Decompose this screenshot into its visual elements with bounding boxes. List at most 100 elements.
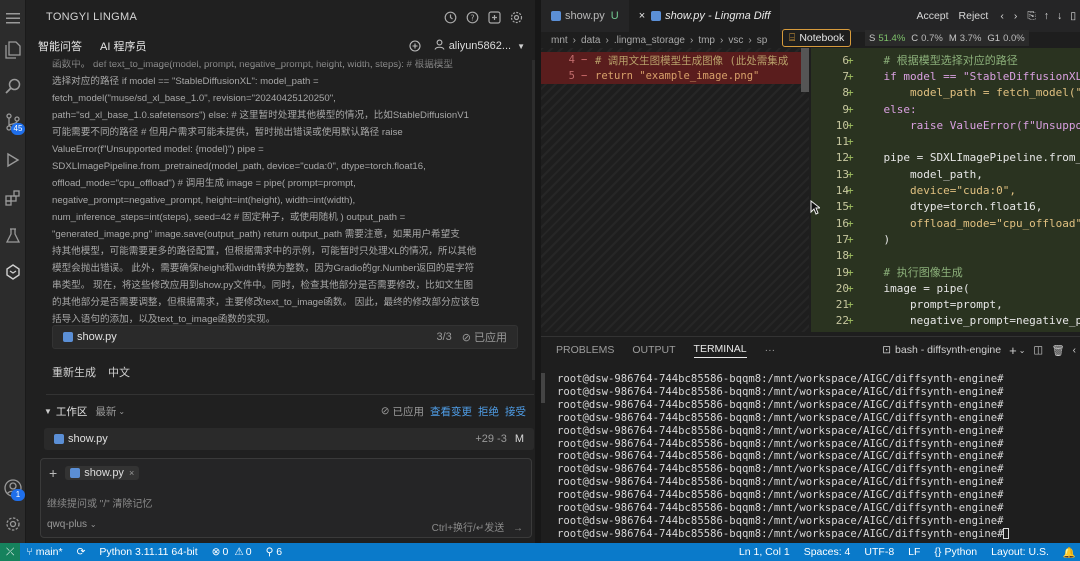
- send-icon[interactable]: →: [513, 523, 523, 534]
- extensions-icon[interactable]: [3, 188, 23, 208]
- attached-file-chip[interactable]: show.py ×: [65, 466, 140, 480]
- terminal-output[interactable]: root@dsw-986764-744bc85586-bqqm8:/mnt/wo…: [557, 373, 1077, 554]
- applied-file-card[interactable]: show.py 3/3 ⊘ 已应用: [52, 325, 518, 349]
- terminal-dropdown-icon[interactable]: ⌄: [1019, 346, 1026, 355]
- history-icon[interactable]: [441, 8, 459, 26]
- menu-icon[interactable]: [3, 8, 23, 28]
- added-marker: +: [847, 167, 854, 181]
- chat-input-box[interactable]: + show.py × 继续提问或 "/" 清除记忆 qwq-plus ⌄ Ct…: [40, 458, 532, 538]
- help-icon[interactable]: ?: [463, 8, 481, 26]
- breadcrumb-item[interactable]: sp: [757, 35, 768, 46]
- explorer-icon[interactable]: [3, 40, 23, 60]
- added-marker: +: [847, 102, 854, 116]
- breadcrumb-item[interactable]: .lingma_storage: [614, 35, 685, 46]
- chat-input-placeholder[interactable]: 继续提问或 "/" 清除记忆: [47, 495, 152, 510]
- new-terminal-icon[interactable]: +: [1009, 343, 1017, 358]
- encoding[interactable]: UTF-8: [864, 546, 894, 558]
- chat-message: 函数中。 def text_to_image(model, prompt, ne…: [52, 56, 534, 328]
- cursor-position[interactable]: Ln 1, Col 1: [739, 546, 790, 558]
- terminal-selector[interactable]: ⊡ bash - diffsynth-engine + ⌄ ◫ 🗑 ‹: [882, 343, 1080, 358]
- feature-icon[interactable]: [485, 8, 503, 26]
- close-icon[interactable]: ×: [639, 10, 645, 22]
- workspace-filter[interactable]: 最新: [95, 404, 116, 419]
- code-text: image = pipe(: [857, 281, 970, 295]
- deleted-line: 4 − # 调用文生图模型生成图像 (此处需集成: [541, 52, 809, 68]
- keyboard-layout[interactable]: Layout: U.S.: [991, 546, 1049, 558]
- reject-link[interactable]: 拒绝: [478, 404, 499, 419]
- tab-ai-programmer[interactable]: AI 程序员: [100, 38, 146, 54]
- remote-indicator[interactable]: ⤫: [0, 543, 21, 561]
- prev-change-icon[interactable]: ‹: [1000, 10, 1004, 22]
- account-icon[interactable]: 1: [3, 478, 25, 501]
- user-menu[interactable]: aliyun5862... ▼: [402, 37, 525, 55]
- lingma-panel: TONGYI LINGMA ? 智能问答 AI 程序员 aliyun5862..…: [26, 0, 536, 543]
- workspace-file-row[interactable]: show.py +29 -3 M: [44, 428, 534, 450]
- reject-button[interactable]: Reject: [959, 10, 989, 22]
- tab-show-py[interactable]: show.py U: [541, 0, 629, 32]
- line-ending[interactable]: LF: [908, 546, 920, 558]
- code-text: # 根据模型选择对应的路径: [857, 54, 1018, 68]
- python-interpreter[interactable]: Python 3.11.11 64-bit: [99, 546, 197, 558]
- diff-original-pane[interactable]: 4 − # 调用文生图模型生成图像 (此处需集成 5 − return "exa…: [541, 48, 809, 332]
- indentation[interactable]: Spaces: 4: [804, 546, 851, 558]
- testing-icon[interactable]: [3, 226, 23, 246]
- view-changes-link[interactable]: 查看变更: [430, 404, 472, 419]
- breadcrumb-item[interactable]: tmp: [698, 35, 715, 46]
- tab-problems[interactable]: PROBLEMS: [556, 344, 614, 356]
- next-change-icon[interactable]: ›: [1014, 10, 1018, 22]
- panel-more-icon[interactable]: ···: [765, 344, 776, 356]
- notifications-bell-icon[interactable]: 🔔: [1063, 546, 1076, 559]
- language-mode[interactable]: {} Python: [934, 546, 977, 558]
- tab-smart-qa[interactable]: 智能问答: [38, 38, 82, 54]
- language-button[interactable]: 中文: [108, 364, 130, 380]
- split-terminal-icon[interactable]: ◫: [1033, 344, 1043, 356]
- terminal-scroll-thumb[interactable]: [541, 373, 545, 403]
- svg-text:?: ?: [470, 13, 474, 22]
- run-debug-icon[interactable]: [3, 150, 23, 170]
- settings-gear-icon[interactable]: [3, 514, 23, 534]
- terminal-line: root@dsw-986764-744bc85586-bqqm8:/mnt/wo…: [557, 450, 1004, 463]
- add-chat-icon[interactable]: [406, 37, 424, 55]
- tab-lingma-diff[interactable]: × show.py - Lingma Diff: [628, 0, 781, 32]
- accept-link[interactable]: 接受: [505, 404, 526, 419]
- tab-output[interactable]: OUTPUT: [632, 344, 675, 356]
- diff-scrollbar[interactable]: [801, 48, 809, 92]
- language-name: Python: [944, 546, 978, 558]
- chat-fade: [46, 54, 536, 68]
- settings-icon[interactable]: [507, 8, 525, 26]
- arrow-down-icon[interactable]: ↓: [1057, 10, 1062, 22]
- breadcrumb-item[interactable]: mnt: [551, 35, 568, 46]
- breadcrumb-item[interactable]: data: [581, 35, 600, 46]
- activity-bar: 45 1: [0, 0, 26, 543]
- add-context-icon[interactable]: +: [49, 465, 57, 481]
- branch-icon: ⑂: [26, 546, 33, 558]
- collapse-chevron-icon[interactable]: ▼: [44, 407, 52, 416]
- search-icon[interactable]: [3, 76, 23, 96]
- split-editor-icon[interactable]: ▯: [1070, 10, 1076, 22]
- diff-modified-pane[interactable]: 6 + # 根据模型选择对应的路径 7 + if model == "StableDi…: [811, 48, 1080, 332]
- model-selector[interactable]: qwq-plus ⌄: [47, 519, 97, 530]
- lingma-icon[interactable]: [3, 262, 23, 282]
- code-text: pipe = SDXLImagePipeline.from_: [857, 151, 1080, 165]
- accept-button[interactable]: Accept: [916, 10, 948, 22]
- filter-chevron-icon[interactable]: ⌄: [118, 407, 125, 416]
- code-text: model_path,: [857, 167, 983, 181]
- breadcrumb-item[interactable]: vsc: [728, 35, 743, 46]
- model-chevron-icon: ⌄: [89, 520, 97, 529]
- remove-chip-icon[interactable]: ×: [129, 468, 134, 478]
- sync-icon[interactable]: ⟳: [77, 546, 86, 558]
- regenerate-button[interactable]: 重新生成: [52, 364, 96, 380]
- code-text: dtype=torch.float16,: [857, 200, 1043, 214]
- panel-chevron-icon[interactable]: ‹: [1073, 345, 1076, 356]
- tab-terminal[interactable]: TERMINAL: [693, 343, 747, 358]
- error-icon: ⊗: [211, 546, 221, 558]
- ports-indicator[interactable]: ⚲ 6: [266, 546, 283, 558]
- problems-indicator[interactable]: ⊗ 0 ⚠ 0: [212, 546, 252, 558]
- source-control-icon[interactable]: 45: [3, 112, 25, 135]
- notebook-button[interactable]: ⌸ Notebook: [782, 29, 852, 47]
- open-file-icon[interactable]: ⎘: [1027, 10, 1035, 23]
- branch-indicator[interactable]: ⑂ main*: [26, 546, 62, 558]
- arrow-up-icon[interactable]: ↑: [1044, 10, 1049, 22]
- trash-icon[interactable]: 🗑: [1051, 344, 1064, 357]
- python-file-icon: [551, 11, 561, 21]
